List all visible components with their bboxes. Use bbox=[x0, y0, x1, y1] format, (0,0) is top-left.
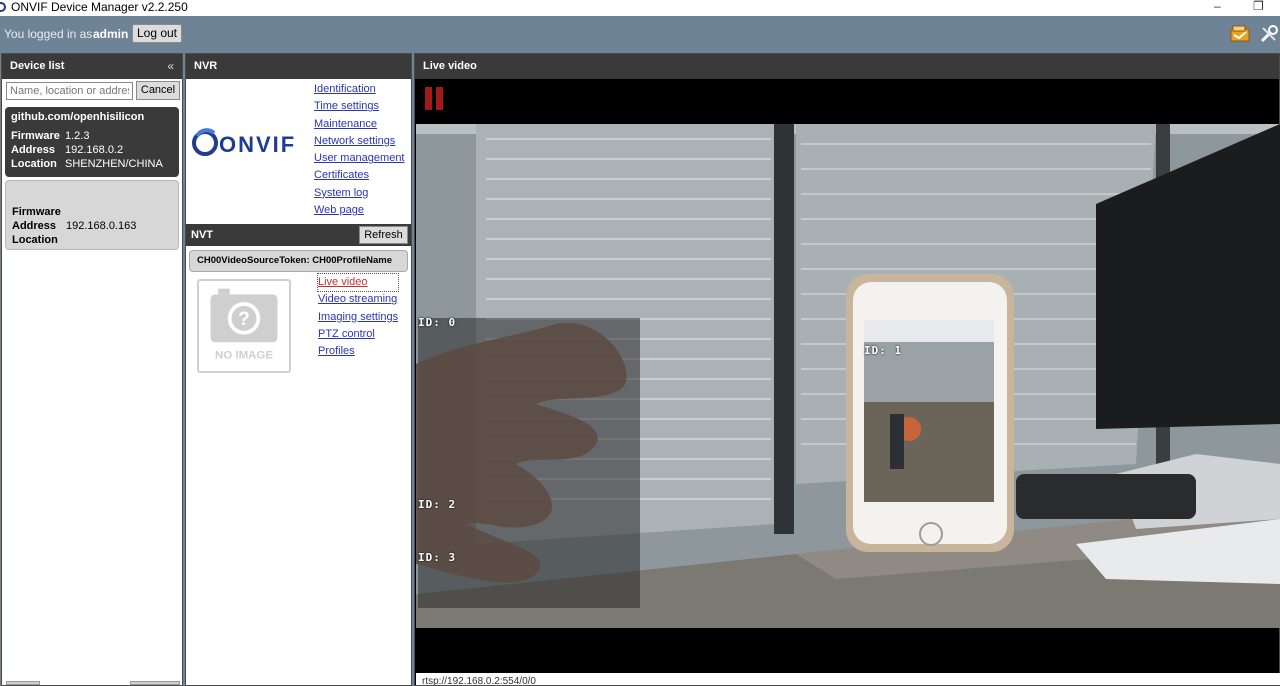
nvt-section: ? NO IMAGE Live video Video streaming Im… bbox=[186, 272, 411, 392]
nvt-menu: Live video Video streaming Imaging setti… bbox=[316, 272, 400, 360]
osd-label: ID: 0 bbox=[418, 316, 457, 329]
location-label: Location bbox=[11, 158, 57, 170]
firmware-label: Firmware bbox=[12, 206, 61, 218]
window-title: ONVIF Device Manager v2.2.250 bbox=[11, 0, 188, 14]
settings-tools-icon[interactable] bbox=[1259, 25, 1279, 43]
nvr-section: ONVIF Identification Time settings Maint… bbox=[186, 79, 411, 224]
window-titlebar: ONVIF Device Manager v2.2.250 – ❐ bbox=[0, 0, 1280, 16]
device-search-input[interactable] bbox=[6, 82, 133, 100]
location-label: Location bbox=[12, 234, 58, 246]
location-value: SHENZHEN/CHINA bbox=[65, 158, 163, 170]
nvt-title: NVT bbox=[191, 229, 213, 241]
restore-button[interactable]: ❐ bbox=[1253, 0, 1264, 13]
top-bar: You logged in as admin Log out bbox=[0, 16, 1280, 52]
logged-in-label: You logged in as bbox=[4, 27, 93, 41]
menu-user-management[interactable]: User management bbox=[314, 150, 405, 167]
username: admin bbox=[93, 27, 129, 41]
logout-button[interactable]: Log out bbox=[132, 24, 182, 43]
menu-imaging-settings[interactable]: Imaging settings bbox=[318, 309, 398, 326]
menu-system-log[interactable]: System log bbox=[314, 185, 405, 202]
address-value: 192.168.0.2 bbox=[65, 144, 124, 156]
menu-maintenance[interactable]: Maintenance bbox=[314, 116, 405, 133]
live-video-header: Live video bbox=[415, 54, 1279, 79]
device-name bbox=[12, 185, 172, 199]
device-list-header: Device list « bbox=[2, 54, 182, 79]
menu-live-video[interactable]: Live video bbox=[316, 272, 400, 293]
device-list-footer-button[interactable] bbox=[6, 681, 40, 685]
nvr-header: NVR bbox=[186, 54, 411, 79]
minimize-button[interactable]: – bbox=[1214, 0, 1221, 13]
address-label: Address bbox=[11, 144, 56, 156]
menu-web-page[interactable]: Web page bbox=[314, 202, 405, 219]
menu-profiles[interactable]: Profiles bbox=[318, 343, 398, 360]
address-value: 192.168.0.163 bbox=[66, 220, 137, 232]
refresh-button[interactable]: Refresh bbox=[359, 226, 408, 244]
menu-time-settings[interactable]: Time settings bbox=[314, 98, 405, 115]
live-video-panel: Live video ID: 0 ID: 1 ID: 2 ID: 3 rtsp:… bbox=[414, 53, 1280, 686]
menu-network-settings[interactable]: Network settings bbox=[314, 133, 405, 150]
live-video-title: Live video bbox=[423, 60, 477, 72]
device-list-panel: Device list « Cancel github.com/openhisi… bbox=[1, 53, 183, 686]
device-card[interactable]: Firmware Address 192.168.0.163 Location bbox=[5, 180, 179, 250]
address-label: Address bbox=[12, 220, 57, 232]
stream-url: rtsp://192.168.0.2:554/0/0 bbox=[416, 673, 1280, 685]
nvt-header: NVT Refresh bbox=[186, 224, 411, 246]
no-image-text: NO IMAGE bbox=[215, 350, 273, 362]
osd-label: ID: 3 bbox=[418, 551, 457, 564]
device-card[interactable]: github.com/openhisilicon Firmware 1.2.3 A… bbox=[5, 107, 179, 177]
device-list-title: Device list bbox=[10, 60, 65, 72]
osd-label: ID: 1 bbox=[864, 344, 903, 357]
device-list-footer-button[interactable] bbox=[130, 681, 180, 685]
app-icon bbox=[0, 2, 6, 12]
menu-video-streaming[interactable]: Video streaming bbox=[318, 291, 398, 308]
profile-selector[interactable]: CH00VideoSourceToken: CH00ProfileName bbox=[189, 250, 408, 272]
device-search-row: Cancel bbox=[2, 79, 182, 105]
video-frame[interactable]: ID: 0 ID: 1 ID: 2 ID: 3 bbox=[416, 124, 1280, 628]
device-name: github.com/openhisilicon bbox=[11, 111, 145, 123]
pause-icon bbox=[436, 87, 443, 110]
pause-icon bbox=[425, 87, 432, 110]
svg-text:?: ? bbox=[238, 309, 250, 330]
onvif-logo: ONVIF bbox=[192, 128, 296, 157]
firmware-value: 1.2.3 bbox=[65, 130, 90, 142]
collapse-icon[interactable]: « bbox=[167, 54, 174, 79]
nvr-panel: NVR ONVIF Identification Time settings M… bbox=[185, 53, 412, 686]
onvif-logo-text: ONVIF bbox=[219, 132, 296, 157]
cancel-search-button[interactable]: Cancel bbox=[136, 81, 180, 100]
no-image-placeholder: ? NO IMAGE bbox=[197, 279, 291, 373]
menu-identification[interactable]: Identification bbox=[314, 81, 405, 98]
pause-button[interactable] bbox=[425, 87, 445, 110]
menu-certificates[interactable]: Certificates bbox=[314, 167, 405, 184]
osd-label: ID: 2 bbox=[418, 498, 457, 511]
menu-ptz-control[interactable]: PTZ control bbox=[318, 326, 398, 343]
nvr-menu: Identification Time settings Maintenance… bbox=[314, 81, 405, 219]
nvr-title: NVR bbox=[194, 60, 218, 72]
event-log-icon[interactable] bbox=[1230, 25, 1250, 43]
firmware-label: Firmware bbox=[11, 130, 60, 142]
video-scene bbox=[416, 124, 1280, 628]
